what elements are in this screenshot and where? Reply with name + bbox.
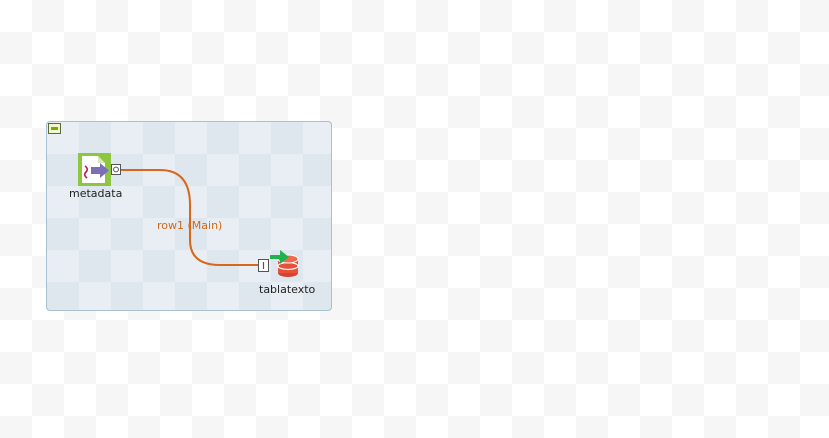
file-input-icon: [78, 153, 111, 186]
metadata-component-label: metadata: [69, 187, 123, 200]
connection-label[interactable]: row1 (Main): [157, 219, 222, 232]
connection-layer: [120, 169, 259, 266]
job-designer-canvas[interactable]: metadata row1 (Main) tablatexto: [0, 0, 829, 438]
database-output-icon: [270, 250, 299, 277]
metadata-component[interactable]: [78, 153, 111, 190]
tablatexto-component-label: tablatexto: [259, 283, 316, 296]
tablatexto-component[interactable]: [270, 249, 304, 283]
input-connector-icon[interactable]: [258, 259, 269, 272]
output-connector-icon[interactable]: [111, 164, 121, 175]
row-connection-line[interactable]: [120, 169, 259, 266]
